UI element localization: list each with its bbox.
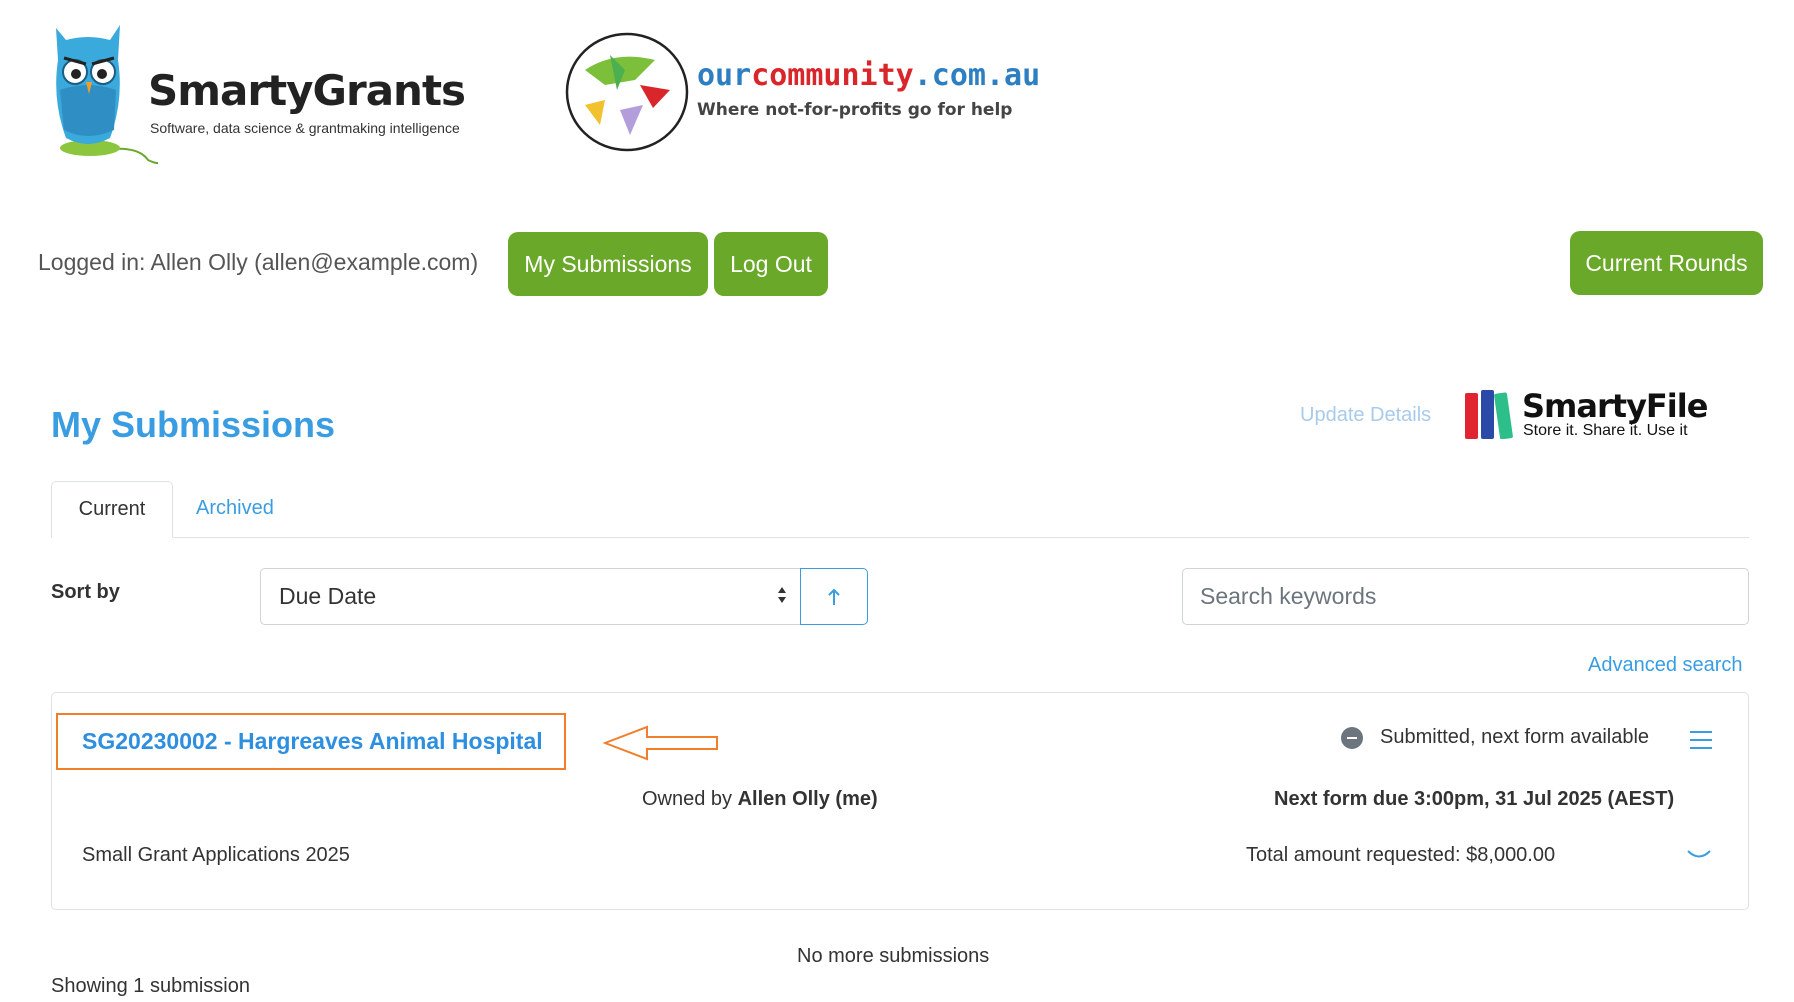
submission-title-link[interactable]: SG20230002 - Hargreaves Animal Hospital [82, 728, 543, 755]
smartyfile-name[interactable]: SmartyFile [1522, 387, 1708, 425]
current-rounds-button[interactable]: Current Rounds [1570, 231, 1763, 295]
smartygrants-name: SmartyGrants [148, 66, 466, 115]
advanced-search-link[interactable]: Advanced search [1588, 654, 1743, 677]
owned-by: Owned by Allen Olly (me) [642, 788, 878, 810]
arrow-up-icon [828, 588, 840, 605]
tabs-divider [51, 537, 1749, 538]
ourcommunity-tagline: Where not-for-profits go for help [697, 100, 1013, 120]
chevron-down-icon[interactable] [1686, 848, 1712, 862]
smartyfile-tagline: Store it. Share it. Use it [1523, 422, 1688, 439]
total-amount: Total amount requested: $8,000.00 [1246, 844, 1556, 866]
sort-by-label: Sort by [51, 581, 120, 603]
sort-selected-value: Due Date [279, 583, 377, 609]
next-form-due: Next form due 3:00pm, 31 Jul 2025 (AEST) [1274, 788, 1675, 810]
logged-in-text: Logged in: Allen Olly (allen@example.com… [38, 249, 479, 275]
round-name: Small Grant Applications 2025 [82, 844, 350, 866]
hamburger-menu-icon[interactable] [1690, 731, 1712, 749]
tab-archived[interactable]: Archived [196, 497, 274, 520]
logout-button[interactable]: Log Out [714, 232, 828, 296]
annotation-arrow-icon [603, 725, 718, 761]
my-submissions-button[interactable]: My Submissions [508, 232, 708, 296]
ourcommunity-logo-icon [565, 32, 689, 152]
smartyfile-logo-icon[interactable] [1465, 390, 1513, 439]
update-details-link[interactable]: Update Details [1300, 404, 1431, 427]
page-title: My Submissions [51, 404, 336, 445]
no-more-submissions: No more submissions [797, 945, 990, 967]
tab-current[interactable]: Current [51, 481, 173, 538]
owl-icon [56, 25, 158, 165]
select-arrows-icon [777, 586, 787, 604]
smartygrants-tagline: Software, data science & grantmaking int… [150, 120, 460, 136]
showing-count: Showing 1 submission [51, 975, 250, 997]
sort-select[interactable]: Due Date [260, 568, 801, 625]
owner-name: Allen Olly (me) [737, 788, 878, 810]
status-minus-icon [1341, 727, 1363, 749]
sort-direction-button[interactable] [800, 568, 868, 625]
ourcommunity-name: ourcommunity.com.au [697, 58, 1041, 93]
submission-status: Submitted, next form available [1380, 726, 1650, 748]
search-input[interactable] [1182, 568, 1749, 625]
